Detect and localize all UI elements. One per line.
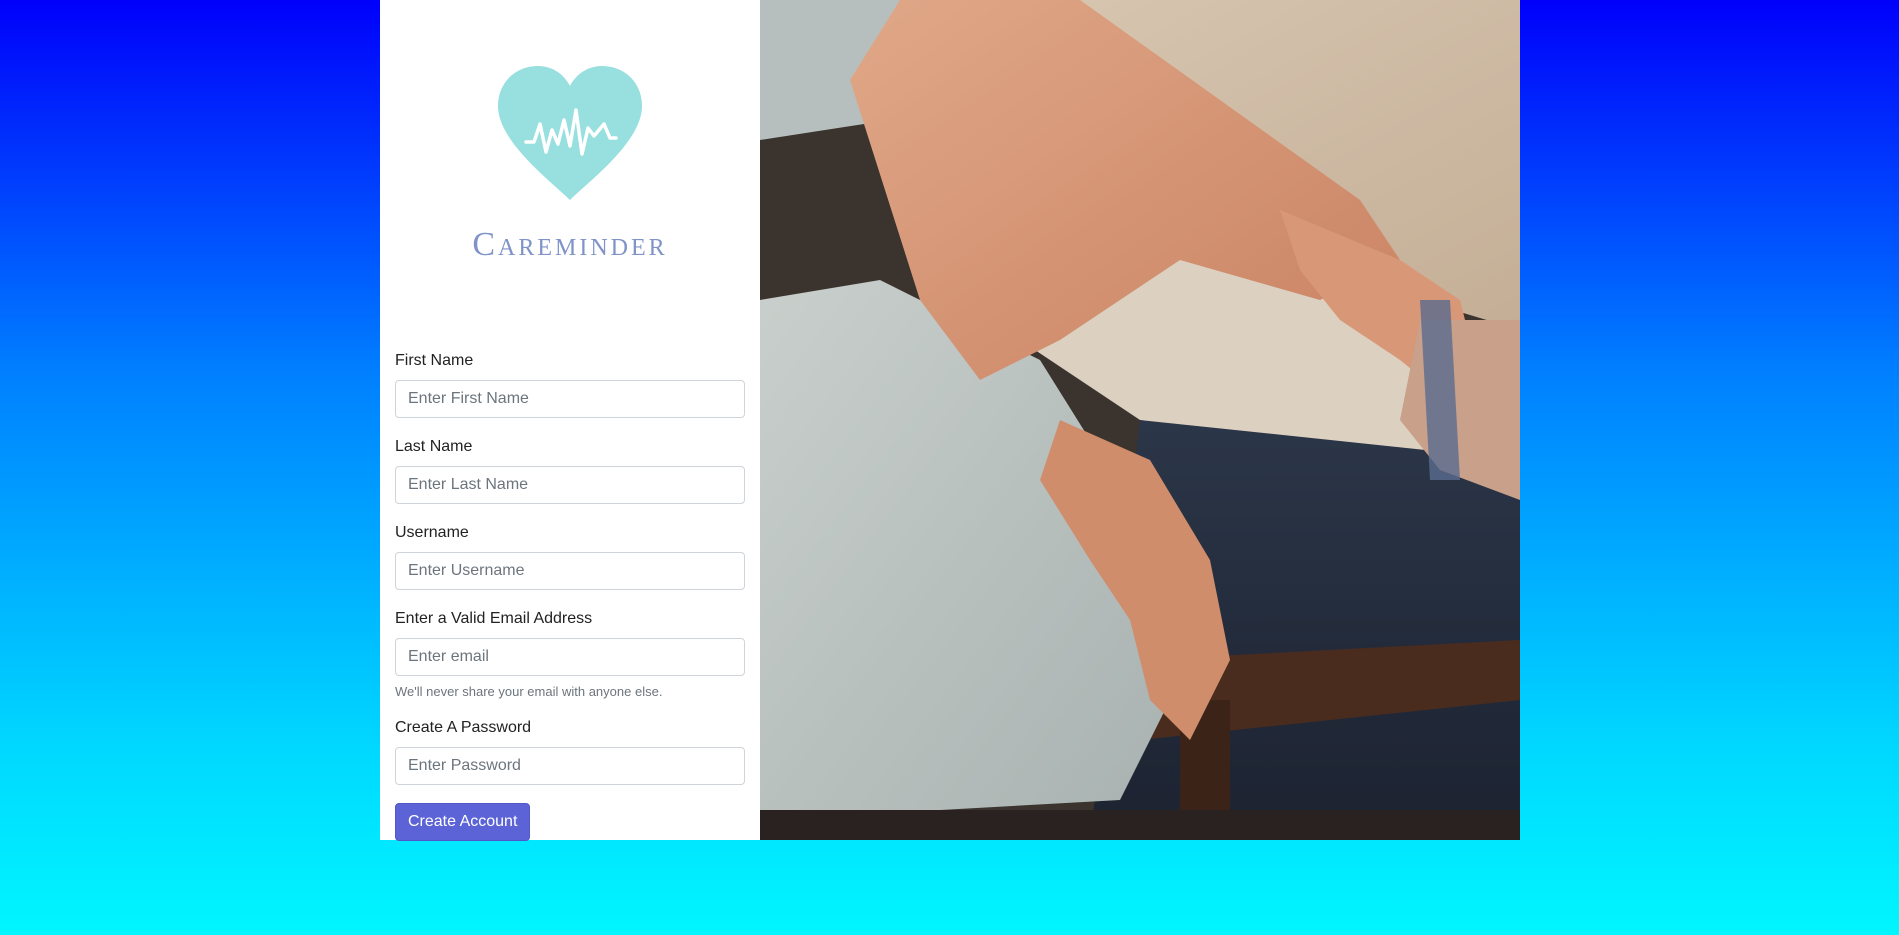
last-name-label: Last Name <box>395 438 473 455</box>
last-name-group: Last Name <box>395 438 745 504</box>
email-help-text: We'll never share your email with anyone… <box>395 684 663 699</box>
caregiver-holding-elderly-hand-photo <box>760 0 1520 840</box>
username-input[interactable] <box>395 552 745 590</box>
first-name-input[interactable] <box>395 380 745 418</box>
password-group: Create A Password <box>395 719 745 785</box>
logo: Careminder <box>395 0 745 340</box>
first-name-group: First Name <box>395 352 745 418</box>
heart-heartbeat-icon <box>492 64 648 204</box>
signup-form-panel: Careminder First Name Last Name Username… <box>380 0 760 841</box>
last-name-input[interactable] <box>395 466 745 504</box>
signup-card: Careminder First Name Last Name Username… <box>380 0 1520 841</box>
password-label: Create A Password <box>395 719 532 736</box>
email-group: Enter a Valid Email Address We'll never … <box>395 610 745 699</box>
password-input[interactable] <box>395 747 745 785</box>
first-name-label: First Name <box>395 352 474 369</box>
brand-name: Careminder <box>472 226 668 263</box>
email-input[interactable] <box>395 638 745 676</box>
username-label: Username <box>395 524 469 541</box>
username-group: Username <box>395 524 745 590</box>
create-account-button[interactable]: Create Account <box>395 803 531 841</box>
email-label: Enter a Valid Email Address <box>395 610 593 627</box>
